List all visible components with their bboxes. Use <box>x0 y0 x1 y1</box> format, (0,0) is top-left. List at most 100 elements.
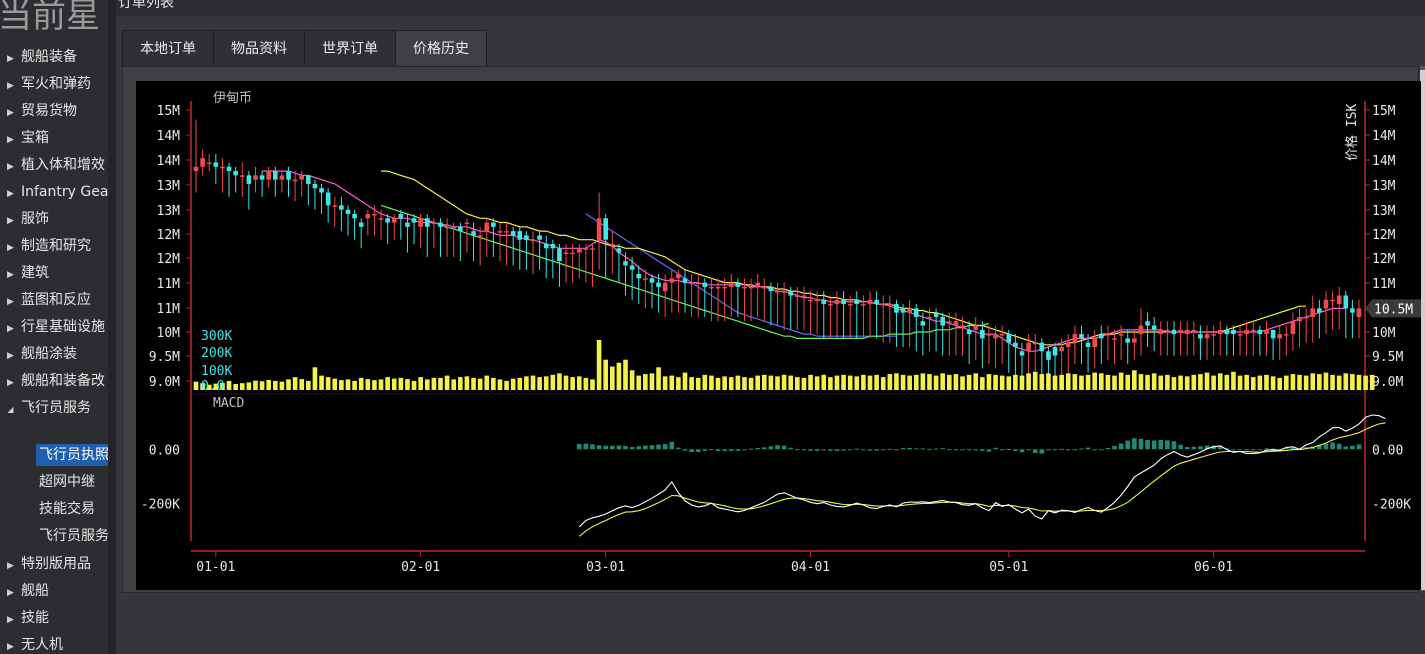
caret-right-icon[interactable]: ▶ <box>0 154 21 181</box>
tab-price-history[interactable]: 价格历史 <box>395 30 487 68</box>
candle-body <box>213 162 219 167</box>
volume-bar <box>808 374 813 390</box>
market-group-item[interactable]: ▶ 蓝图和反应 <box>0 287 91 314</box>
macd-histogram-bar <box>1059 448 1064 450</box>
candle-body <box>1006 334 1012 343</box>
caret-right-icon[interactable]: ▶ <box>0 73 21 100</box>
price-tick-label-left: 9.5M <box>149 350 180 365</box>
volume-bar <box>385 377 390 390</box>
market-group-item[interactable]: ▶ 舰船和装备改 <box>0 368 105 395</box>
volume-bar <box>458 377 463 390</box>
volume-bar <box>272 380 278 390</box>
macd-histogram-bar <box>1006 448 1012 450</box>
caret-right-icon[interactable]: ▶ <box>0 100 21 127</box>
market-group-item[interactable]: ▶ 技能 <box>0 605 49 632</box>
volume-bar <box>510 378 516 390</box>
caret-right-icon[interactable]: ▶ <box>0 181 21 208</box>
candle-body <box>927 316 932 319</box>
candle-body <box>636 274 642 279</box>
caret-right-icon[interactable]: ▶ <box>0 316 21 343</box>
market-group-item[interactable]: ▶ 贸易货物 <box>0 98 77 125</box>
macd-histogram-bar <box>689 449 694 452</box>
market-group-item[interactable]: ▶ 制造和研究 <box>0 233 91 260</box>
caret-right-icon[interactable]: ▶ <box>0 580 21 607</box>
candle-body <box>980 329 985 339</box>
caret-right-icon[interactable]: ▶ <box>0 208 21 235</box>
market-subgroup-item[interactable]: 超网中继 <box>36 471 108 493</box>
candle-body <box>424 218 430 227</box>
market-group-item[interactable]: ▶ 无人机 <box>0 632 63 654</box>
market-group-item[interactable]: ▶ 军火和弹药 <box>0 71 91 98</box>
volume-bar <box>1039 374 1045 390</box>
volume-bar <box>1244 374 1249 390</box>
volume-bar <box>1019 375 1025 390</box>
volume-bar <box>682 372 688 390</box>
candle-body <box>1052 346 1058 356</box>
market-group-item[interactable]: ▶ 建筑 <box>0 260 49 287</box>
market-group-label: 贸易货物 <box>21 103 77 119</box>
caret-right-icon[interactable]: ▶ <box>0 634 21 654</box>
candle-body <box>1085 342 1091 347</box>
market-groups-sidebar: 当前星 ▶ 舰船装备 ▶ 军火和弹药 ▶ 贸易货物 ▶ 宝箱 ▶ 植入体和增效 ▶ Infantry … <box>0 0 108 654</box>
macd-histogram-bar <box>999 449 1005 451</box>
market-group-item[interactable]: ▶ Infantry Gear <box>0 179 108 206</box>
price-tick-label-left: 11M <box>157 302 181 317</box>
price-tick-label-right: 9.0M <box>1372 375 1403 390</box>
macd-histogram-bar <box>801 449 807 451</box>
sidebar-splitter[interactable] <box>108 0 116 654</box>
caret-down-icon[interactable]: ◢ <box>0 396 21 423</box>
caret-right-icon[interactable]: ▶ <box>0 127 21 154</box>
macd-histogram-bar <box>1158 439 1164 450</box>
tab-local-orders[interactable]: 本地订单 <box>122 30 214 67</box>
volume-bar <box>233 383 238 390</box>
volume-bar <box>292 377 298 390</box>
caret-right-icon[interactable]: ▶ <box>0 289 21 316</box>
caret-right-icon[interactable]: ▶ <box>0 553 21 580</box>
candle-body <box>1019 351 1025 356</box>
macd-histogram-bar <box>1231 449 1236 451</box>
market-subgroup-item[interactable]: 飞行员服务 <box>36 525 108 547</box>
candle-body <box>801 295 807 297</box>
macd-histogram-bar <box>920 448 926 450</box>
market-group-item[interactable]: ▶ 舰船装备 <box>0 44 77 71</box>
candle-body <box>563 252 569 255</box>
macd-label: MACD <box>213 396 244 411</box>
macd-tick-label-left: -200K <box>141 498 180 513</box>
caret-right-icon[interactable]: ▶ <box>0 607 21 634</box>
market-group-item[interactable]: ▶ 服饰 <box>0 206 49 233</box>
macd-histogram-bar <box>960 449 965 451</box>
candle-body <box>1264 329 1269 335</box>
caret-right-icon[interactable]: ▶ <box>0 370 21 397</box>
market-group-item[interactable]: ▶ 特别版用品 <box>0 551 91 578</box>
caret-right-icon[interactable]: ▶ <box>0 343 21 370</box>
market-group-item[interactable]: ▶ 舰船 <box>0 578 49 605</box>
market-group-item[interactable]: ◢ 飞行员服务 <box>0 395 91 422</box>
macd-histogram-bar <box>596 445 602 450</box>
market-group-item[interactable]: ▶ 植入体和增效 <box>0 152 105 179</box>
tab-label: 价格历史 <box>413 41 469 57</box>
market-group-item[interactable]: ▶ 行星基础设施 <box>0 314 105 341</box>
candle-body <box>504 231 509 233</box>
volume-bar <box>781 374 787 390</box>
volume-bar <box>1350 374 1355 390</box>
market-subgroup-item[interactable]: 技能交易 <box>36 498 108 520</box>
price-tick-label-left: 14M <box>157 154 181 169</box>
caret-right-icon[interactable]: ▶ <box>0 235 21 262</box>
candle-body <box>913 308 919 317</box>
market-subgroup-item[interactable]: 飞行员执照 <box>36 444 108 466</box>
volume-bar <box>1204 372 1210 390</box>
volume-bar <box>662 376 668 390</box>
caret-right-icon[interactable]: ▶ <box>0 262 21 289</box>
price-tick-label-right: 14M <box>1372 129 1396 144</box>
tab-world-orders[interactable]: 世界订单 <box>304 30 396 67</box>
market-group-item[interactable]: ▶ 舰船涂装 <box>0 341 77 368</box>
volume-bar <box>1336 375 1342 390</box>
tab-item-info[interactable]: 物品资料 <box>213 30 305 67</box>
candle-body <box>253 175 258 180</box>
candle-body <box>1165 329 1170 332</box>
candle-body <box>629 265 635 270</box>
caret-right-icon[interactable]: ▶ <box>0 46 21 73</box>
candle-body <box>246 175 252 184</box>
market-group-item[interactable]: ▶ 宝箱 <box>0 125 49 152</box>
market-group-label: 飞行员服务 <box>21 400 91 416</box>
